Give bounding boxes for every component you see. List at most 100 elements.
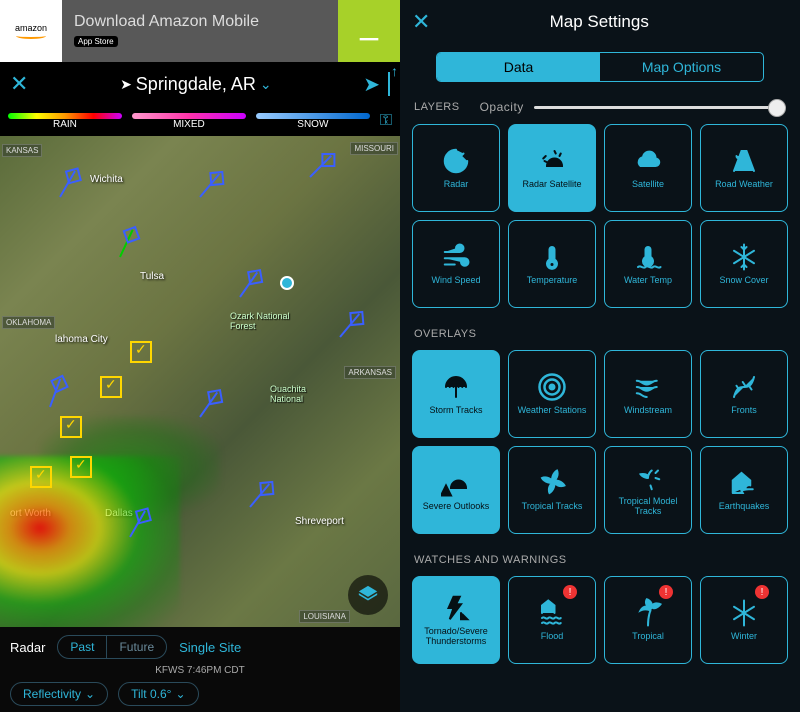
share-button[interactable] <box>388 73 390 96</box>
tile-label: Snow Cover <box>719 276 768 286</box>
tile-quake[interactable]: Earthquakes <box>700 446 788 534</box>
tile-fronts[interactable]: Fronts <box>700 350 788 438</box>
future-toggle[interactable]: Future <box>107 636 166 658</box>
radar-sat-icon <box>537 146 567 176</box>
alert-badge: ! <box>659 585 673 599</box>
tile-label: Wind Speed <box>431 276 480 286</box>
tilt-selector[interactable]: Tilt 0.6°⌄ <box>118 682 198 706</box>
storm-cell[interactable] <box>60 416 82 438</box>
state-arkansas: ARKANSAS <box>344 366 396 379</box>
close-settings-icon[interactable]: ✕ <box>412 9 430 35</box>
reflectivity-selector[interactable]: Reflectivity⌄ <box>10 682 108 706</box>
past-toggle[interactable]: Past <box>58 636 106 658</box>
locate-button[interactable]: ➤ <box>363 72 380 97</box>
tile-label: Fronts <box>731 406 757 416</box>
temp-icon <box>537 242 567 272</box>
wind-barb <box>199 173 220 197</box>
tab-data[interactable]: Data <box>437 53 600 81</box>
chevron-down-icon: ⌄ <box>260 76 272 93</box>
overlays-header: OVERLAYS <box>400 318 800 346</box>
overlays-grid: Storm Tracks Weather Stations Windstream Fr… <box>400 346 800 544</box>
share-icon <box>388 72 390 96</box>
tropical-icon <box>537 468 567 498</box>
location-text: Springdale, AR <box>136 74 256 95</box>
wind-barb <box>309 155 332 178</box>
wind-barb <box>119 229 133 257</box>
radar-echo-severe <box>0 456 180 627</box>
single-site-toggle[interactable]: Single Site <box>179 640 241 655</box>
snow-icon <box>729 242 759 272</box>
storm-cell[interactable] <box>30 466 52 488</box>
ad-logo-text: amazon <box>15 23 47 33</box>
radar-map[interactable]: KANSAS MISSOURI OKLAHOMA ARKANSAS LOUISI… <box>0 136 400 627</box>
tile-stations[interactable]: Weather Stations <box>508 350 596 438</box>
tile-severe[interactable]: Severe Outlooks <box>412 446 500 534</box>
opacity-label: Opacity <box>480 100 524 114</box>
tile-road[interactable]: Road Weather <box>700 124 788 212</box>
state-missouri: MISSOURI <box>350 142 398 155</box>
storm-cell[interactable] <box>70 456 92 478</box>
settings-title: Map Settings <box>440 12 788 32</box>
bottom-controls: Radar Past Future Single Site KFWS 7:46P… <box>0 627 400 712</box>
water-temp-icon <box>633 242 663 272</box>
state-oklahoma: OKLAHOMA <box>2 316 55 329</box>
map-topbar: ✕ ➤ Springdale, AR ⌄ ➤ <box>0 62 400 106</box>
city-tulsa: Tulsa <box>140 271 164 282</box>
tile-tropical-model[interactable]: Tropical Model Tracks <box>604 446 692 534</box>
slider-thumb[interactable] <box>768 99 786 117</box>
tile-radar[interactable]: Radar <box>412 124 500 212</box>
tile-label: Winter <box>731 632 757 642</box>
tile-label: Storm Tracks <box>429 406 482 416</box>
tile-snow[interactable]: Snow Cover <box>700 220 788 308</box>
chevron-down-icon: ⌄ <box>175 687 185 701</box>
location-selector[interactable]: ➤ Springdale, AR ⌄ <box>36 74 355 95</box>
tile-winter[interactable]: Winter! <box>700 576 788 664</box>
tile-tropical[interactable]: Tropical Tracks <box>508 446 596 534</box>
ad-text: Download Amazon Mobile App Store <box>62 13 338 49</box>
tornado-icon <box>441 593 471 623</box>
tile-cloud[interactable]: Satellite <box>604 124 692 212</box>
city-wichita: Wichita <box>90 174 123 185</box>
storm-tracks-icon <box>441 372 471 402</box>
wind-barb <box>239 272 258 298</box>
key-icon[interactable]: ⚿ <box>380 112 392 130</box>
tile-label: Flood <box>541 632 564 642</box>
palm-icon <box>633 598 663 628</box>
tile-palm[interactable]: Tropical! <box>604 576 692 664</box>
layers-grid: Radar Radar SatelliteSatellite Road Weathe… <box>400 120 800 318</box>
tile-label: Weather Stations <box>518 406 587 416</box>
fronts-icon <box>729 372 759 402</box>
download-button[interactable] <box>338 0 400 62</box>
ad-banner[interactable]: amazon Download Amazon Mobile App Store <box>0 0 400 62</box>
tab-map-options[interactable]: Map Options <box>600 53 763 81</box>
wind-icon <box>441 242 471 272</box>
forest-ouachita: Ouachita National <box>270 384 306 404</box>
storm-cell[interactable] <box>100 376 122 398</box>
tile-label: Tropical Model Tracks <box>609 497 687 517</box>
windstream-icon <box>633 372 663 402</box>
opacity-slider[interactable] <box>534 106 786 109</box>
tile-tornado[interactable]: Tornado/Severe Thunderstorms <box>412 576 500 664</box>
location-arrow-icon: ➤ <box>120 76 132 93</box>
tile-radar-sat[interactable]: Radar Satellite <box>508 124 596 212</box>
tile-label: Tornado/Severe Thunderstorms <box>417 627 495 647</box>
forest-ozark: Ozark National Forest <box>230 311 290 331</box>
storm-cell[interactable] <box>130 341 152 363</box>
quake-icon <box>729 468 759 498</box>
wind-barb <box>339 313 360 337</box>
tile-flood[interactable]: Flood! <box>508 576 596 664</box>
tile-wind[interactable]: Wind Speed <box>412 220 500 308</box>
tile-label: Radar <box>444 180 469 190</box>
close-icon[interactable]: ✕ <box>10 71 28 97</box>
tile-water-temp[interactable]: Water Temp <box>604 220 692 308</box>
time-segment[interactable]: Past Future <box>57 635 167 659</box>
tile-temp[interactable]: Temperature <box>508 220 596 308</box>
layers-button[interactable] <box>348 575 388 615</box>
tile-label: Earthquakes <box>719 502 770 512</box>
watches-grid: Tornado/Severe Thunderstorms Flood!Tropic… <box>400 572 800 674</box>
tile-label: Road Weather <box>715 180 773 190</box>
tile-storm-tracks[interactable]: Storm Tracks <box>412 350 500 438</box>
road-icon <box>729 146 759 176</box>
settings-topbar: ✕ Map Settings <box>400 0 800 44</box>
tile-windstream[interactable]: Windstream <box>604 350 692 438</box>
